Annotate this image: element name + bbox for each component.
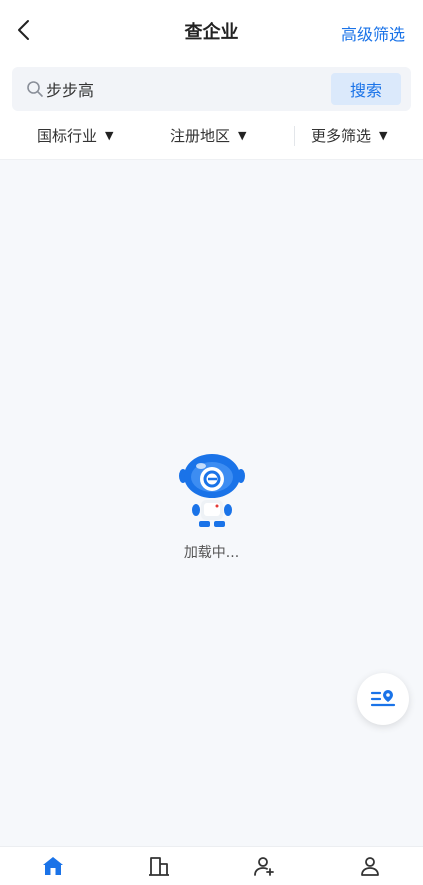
dropdown-arrow-icon: ▼	[379, 129, 388, 142]
filter-industry-label: 国标行业	[37, 127, 98, 145]
bottom-tab-bar	[0, 846, 423, 885]
loading-text: 加载中...	[183, 545, 240, 561]
page-title: 查企业	[184, 22, 239, 43]
add-user-icon	[254, 857, 275, 876]
user-icon	[361, 857, 380, 876]
search-button[interactable]: 搜索	[331, 73, 401, 105]
filter-bar: 国标行业 ▼ 注册地区 ▼ 更多筛选 ▼	[0, 114, 423, 160]
chevron-left-icon	[18, 20, 29, 40]
dropdown-arrow-icon: ▼	[105, 129, 114, 142]
filter-divider	[294, 126, 295, 146]
search-input[interactable]	[46, 75, 331, 103]
tab-profile[interactable]	[340, 847, 400, 885]
search-box: 搜索	[12, 67, 411, 111]
back-button[interactable]	[10, 16, 38, 44]
filter-industry[interactable]: 国标行业 ▼	[37, 125, 113, 146]
loading-indicator: 加载中...	[0, 450, 423, 562]
tab-home[interactable]	[23, 847, 83, 885]
list-location-icon	[370, 690, 396, 707]
home-icon	[42, 857, 63, 875]
filter-region-label: 注册地区	[170, 127, 231, 145]
map-list-button[interactable]	[357, 673, 409, 725]
building-icon	[148, 857, 169, 876]
dropdown-arrow-icon: ▼	[238, 129, 247, 142]
search-bar: 搜索	[0, 62, 423, 114]
top-nav-bar: 查企业 高级筛选	[0, 0, 423, 62]
filter-more-label: 更多筛选	[311, 127, 372, 145]
tab-add-contact[interactable]	[234, 847, 294, 885]
filter-more[interactable]: 更多筛选 ▼	[311, 125, 387, 146]
advanced-filter-link[interactable]: 高级筛选	[341, 21, 405, 45]
tab-enterprise[interactable]	[129, 847, 189, 885]
filter-region[interactable]: 注册地区 ▼	[170, 125, 246, 146]
page: 查企业 高级筛选 搜索 国标行业 ▼ 注册地区 ▼ 更多筛选 ▼	[0, 0, 423, 885]
robot-mascot-icon	[178, 454, 245, 527]
search-icon	[27, 81, 43, 97]
